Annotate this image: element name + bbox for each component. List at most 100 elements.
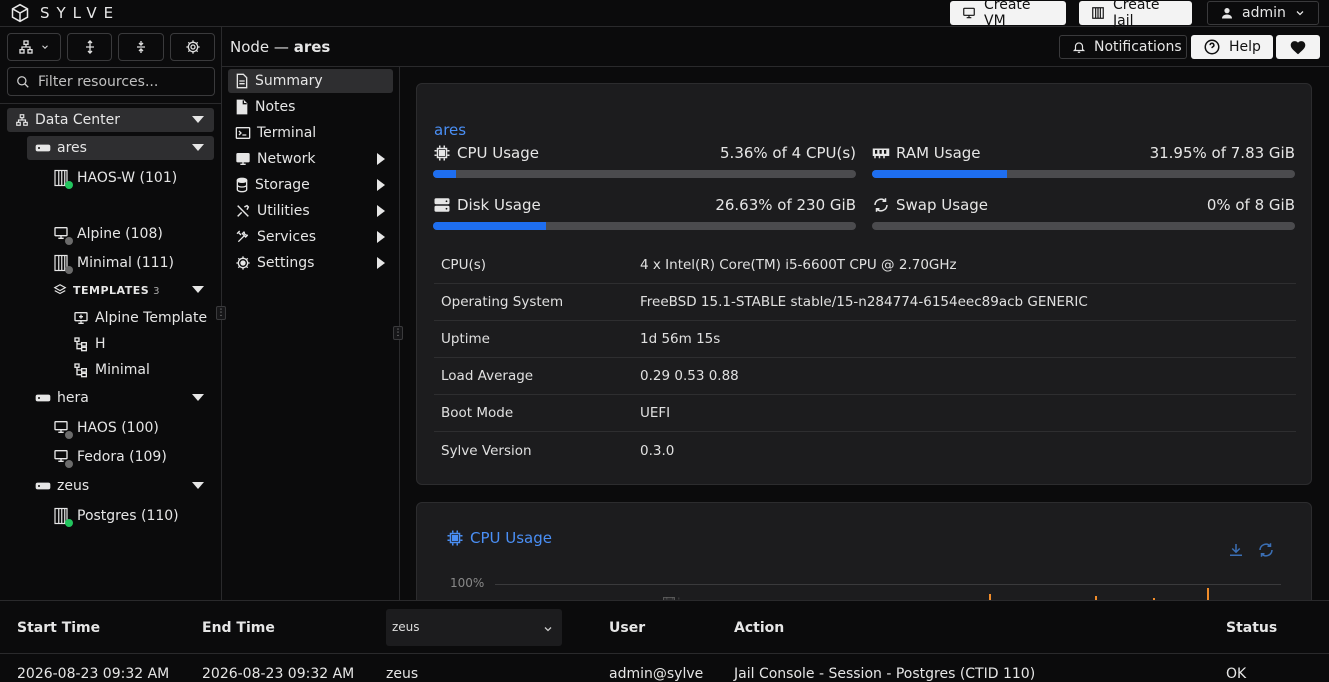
- info-row: CPU(s) 4 x Intel(R) Core(TM) i5-6600T CPU…: [434, 247, 1296, 284]
- column-header-user[interactable]: User: [609, 620, 645, 636]
- page-title-node: ares: [293, 38, 331, 56]
- brand[interactable]: SYLVE: [10, 3, 120, 23]
- menu-item-storage[interactable]: Storage: [228, 173, 393, 197]
- caret-right-icon: [377, 231, 385, 243]
- node-header: Node — ares Notifications Help: [222, 27, 1329, 67]
- create-vm-button[interactable]: Create VM: [950, 0, 1066, 29]
- filter-resources-input[interactable]: [38, 73, 208, 90]
- donate-button[interactable]: [1276, 35, 1320, 59]
- metric-label: Disk Usage: [457, 196, 541, 214]
- caret-down-icon[interactable]: [192, 144, 204, 151]
- tree-node-hera[interactable]: hera: [27, 386, 214, 410]
- collapse-all-button[interactable]: [118, 33, 164, 61]
- host-name[interactable]: ares: [434, 121, 466, 139]
- swap-usage-metric: Swap Usage 0% of 8 GiB: [872, 194, 1295, 230]
- chart-y-tick: 100%: [450, 576, 485, 590]
- gear-icon: [235, 255, 251, 271]
- menu-item-label: Network: [257, 151, 316, 167]
- caret-right-icon: [377, 205, 385, 217]
- caret-down-icon[interactable]: [192, 286, 204, 293]
- menu-item-label: Notes: [255, 99, 296, 115]
- menu-item-label: Utilities: [257, 203, 310, 219]
- tree-vm-item[interactable]: Alpine (108): [53, 222, 163, 246]
- database-icon: [235, 177, 249, 193]
- file-icon: [235, 73, 249, 89]
- tree-node-label: ares: [57, 140, 87, 156]
- tools-icon: [235, 203, 251, 219]
- disk-usage-metric: Disk Usage 26.63% of 230 GiB: [433, 194, 856, 230]
- status-running-dot: [65, 519, 73, 527]
- status-stopped-dot: [65, 266, 73, 274]
- user-name: admin: [1242, 5, 1286, 21]
- caret-down-icon[interactable]: [192, 482, 204, 489]
- menu-item-network[interactable]: Network: [228, 147, 393, 171]
- status-stopped-dot: [65, 431, 73, 439]
- column-header-start[interactable]: Start Time: [17, 620, 100, 636]
- templates-label: TEMPLATES: [73, 284, 150, 297]
- help-button[interactable]: Help: [1191, 35, 1273, 59]
- cell-action: Jail Console - Session - Postgres (CTID …: [734, 666, 1036, 682]
- tree-item-label: Postgres (110): [77, 508, 179, 524]
- menu-item-terminal[interactable]: Terminal: [228, 121, 393, 145]
- tree-settings-button[interactable]: [170, 33, 215, 61]
- tree-jail-item[interactable]: HAOS-W (101): [53, 166, 177, 190]
- resource-sidebar: Data Center ares HAOS-W (101) Alpine (10…: [0, 27, 226, 600]
- metric-value: 31.95% of 7.83 GiB: [1149, 144, 1295, 162]
- menu-item-notes[interactable]: Notes: [228, 95, 393, 119]
- help-icon: [1203, 38, 1221, 56]
- progress-bar: [433, 170, 856, 178]
- page-title: Node — ares: [230, 38, 330, 56]
- caret-down-icon[interactable]: [192, 116, 204, 123]
- tree-jail-item[interactable]: Postgres (110): [53, 504, 179, 528]
- tree-vm-item[interactable]: HAOS (100): [53, 416, 159, 440]
- tree-template-item[interactable]: Alpine Template: [73, 306, 207, 330]
- tree-vm-item[interactable]: Fedora (109): [53, 445, 167, 469]
- monitor-plus-icon: [73, 310, 89, 326]
- tree-item-label: Minimal (111): [77, 255, 174, 271]
- menu-item-utilities[interactable]: Utilities: [228, 199, 393, 223]
- tree-item-label: Alpine Template: [95, 310, 208, 326]
- menu-item-services[interactable]: Services: [228, 225, 393, 249]
- chevron-down-icon: [40, 42, 50, 52]
- templates-count: 3: [153, 286, 160, 297]
- info-key: CPU(s): [441, 257, 487, 273]
- column-header-action[interactable]: Action: [734, 620, 784, 636]
- tree-datacenter[interactable]: Data Center: [7, 108, 214, 132]
- summary-card: ares CPU Usage 5.36% of 4 CPU(s) RAM Usa…: [416, 83, 1312, 485]
- tree-template-item[interactable]: Minimal: [73, 358, 150, 382]
- monitor-icon: [53, 225, 73, 245]
- caret-down-icon[interactable]: [192, 394, 204, 401]
- expand-all-button[interactable]: [67, 33, 112, 61]
- info-row: Uptime 1d 56m 15s: [434, 321, 1296, 358]
- tree-template-item[interactable]: H: [73, 332, 106, 356]
- create-jail-button[interactable]: Create Jail: [1079, 0, 1192, 29]
- refresh-button[interactable]: [1257, 541, 1275, 559]
- column-header-status[interactable]: Status: [1226, 620, 1277, 636]
- filter-resources[interactable]: [7, 67, 215, 96]
- server-icon: [35, 392, 51, 404]
- info-row: Load Average 0.29 0.53 0.88: [434, 358, 1296, 395]
- tree-templates-group[interactable]: TEMPLATES 3: [53, 278, 214, 302]
- user-menu-button[interactable]: admin: [1207, 1, 1319, 25]
- download-button[interactable]: [1227, 541, 1245, 559]
- hierarchy-icon: [18, 39, 34, 55]
- notifications-button[interactable]: Notifications: [1059, 35, 1187, 59]
- chart-gridline: [495, 584, 1281, 585]
- metric-value: 0% of 8 GiB: [1206, 196, 1295, 214]
- tree-jail-item[interactable]: Minimal (111): [53, 251, 174, 275]
- progress-fill: [433, 222, 546, 230]
- jail-icon: [53, 507, 73, 527]
- gear-icon: [185, 39, 201, 55]
- menu-item-summary[interactable]: Summary: [228, 69, 393, 93]
- menu-item-settings[interactable]: Settings: [228, 251, 393, 275]
- info-value: 0.3.0: [640, 442, 675, 459]
- tree-view-button[interactable]: [7, 33, 61, 61]
- node-filter-select[interactable]: zeus: [386, 609, 562, 646]
- divider: [0, 103, 221, 104]
- tree-node-ares[interactable]: ares: [27, 136, 214, 160]
- progress-bar: [872, 170, 1295, 178]
- tree-node-zeus[interactable]: zeus: [27, 474, 214, 498]
- progress-bar: [872, 222, 1295, 230]
- top-bar: SYLVE Create VM Create Jail admin: [0, 0, 1329, 29]
- column-header-end[interactable]: End Time: [202, 620, 275, 636]
